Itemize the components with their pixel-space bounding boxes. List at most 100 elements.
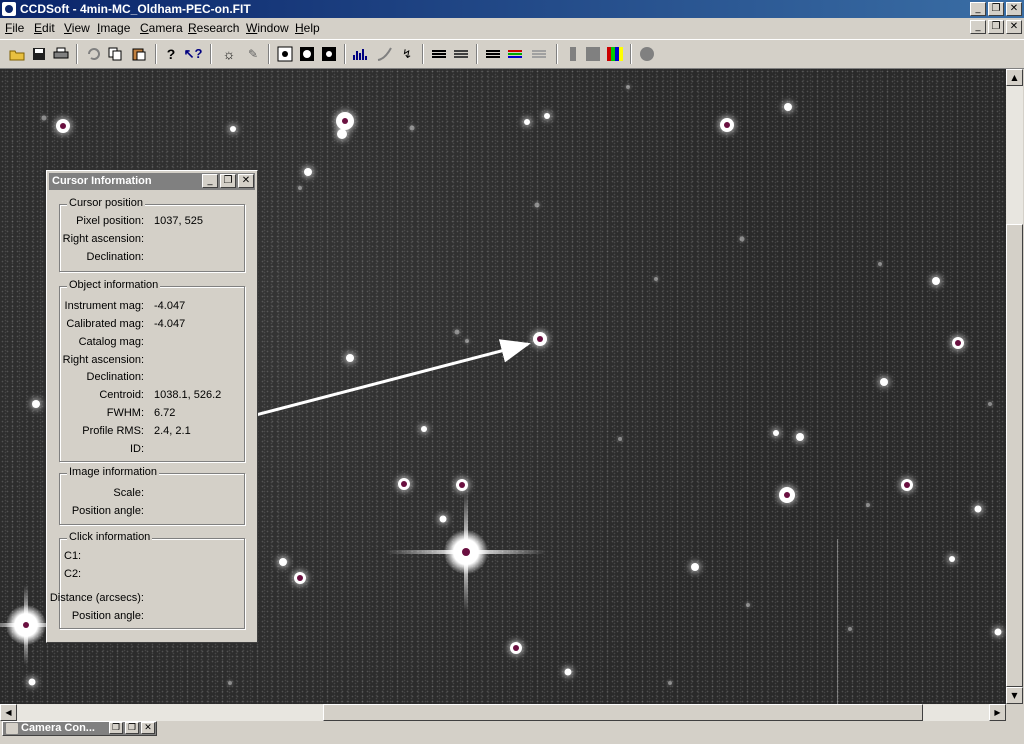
- star: [796, 433, 804, 441]
- panel-title-bar[interactable]: Cursor Information _ ❐ ✕: [49, 173, 255, 190]
- copy-icon[interactable]: [106, 45, 124, 63]
- stars-white-icon[interactable]: [320, 45, 338, 63]
- scroll-right-icon[interactable]: ▶: [989, 704, 1006, 721]
- faint-star: [454, 329, 460, 335]
- stack-icon[interactable]: [484, 45, 502, 63]
- ra-label: Right ascension:: [62, 233, 144, 245]
- pixel-position-label: Pixel position:: [76, 215, 144, 227]
- histogram-icon[interactable]: [352, 45, 370, 63]
- object-ra-label: Right ascension:: [62, 354, 144, 366]
- minimize-button[interactable]: _: [970, 2, 986, 16]
- menu-edit[interactable]: Edit: [34, 21, 55, 35]
- click-position-angle-label: Position angle:: [71, 610, 144, 622]
- star: [294, 572, 306, 584]
- calibrated-mag-value: -4.047: [154, 318, 186, 330]
- star: [974, 505, 982, 513]
- star: [346, 354, 354, 362]
- blink-icon[interactable]: [530, 45, 548, 63]
- save-icon[interactable]: [30, 45, 48, 63]
- faint-star: [878, 262, 882, 266]
- instrument-mag-value: -4.047: [154, 300, 186, 312]
- star: [784, 103, 792, 111]
- horizontal-scrollbar[interactable]: ◀ ▶: [0, 704, 1006, 721]
- faint-star: [534, 202, 540, 208]
- menu-file[interactable]: File: [5, 21, 24, 35]
- vertical-scroll-thumb[interactable]: [1006, 224, 1023, 687]
- scroll-left-icon[interactable]: ◀: [0, 704, 17, 721]
- open-icon[interactable]: [8, 45, 26, 63]
- faint-star: [465, 339, 469, 343]
- mdi-minimize-button[interactable]: _: [970, 20, 986, 34]
- camera-control-minimized-window[interactable]: Camera Con... ❐ ❐ ✕: [2, 721, 157, 736]
- panel-minimize-button[interactable]: _: [202, 174, 218, 188]
- brightness-icon[interactable]: ☼: [220, 45, 238, 63]
- window-title: CCDSoft - 4min-MC_Oldham-PEC-on.FIT: [20, 2, 251, 16]
- menu-window[interactable]: Window: [246, 21, 289, 35]
- horizontal-scroll-thumb[interactable]: [323, 704, 923, 721]
- color-stack-icon[interactable]: [506, 45, 524, 63]
- camera-close-button[interactable]: ✕: [141, 722, 155, 734]
- transform-icon[interactable]: ↯: [398, 45, 416, 63]
- print-icon[interactable]: [52, 45, 70, 63]
- grayscale-icon[interactable]: [564, 45, 582, 63]
- satellite-trail: [837, 539, 838, 704]
- group-label: Cursor position: [67, 197, 145, 209]
- star: [691, 563, 699, 571]
- star: [779, 487, 795, 503]
- star: [901, 479, 913, 491]
- edit-icon[interactable]: ✎: [244, 45, 262, 63]
- faint-star: [746, 603, 750, 607]
- faint-star: [988, 402, 992, 406]
- menu-camera[interactable]: Camera: [140, 21, 183, 35]
- help-icon[interactable]: ?: [162, 45, 180, 63]
- close-button[interactable]: ✕: [1006, 2, 1022, 16]
- group-label: Object information: [67, 279, 161, 291]
- mdi-close-button[interactable]: ✕: [1006, 20, 1022, 34]
- menu-help[interactable]: Help: [295, 21, 320, 35]
- circle-icon[interactable]: [638, 45, 656, 63]
- instrument-mag-label: Instrument mag:: [64, 300, 144, 312]
- star: [564, 668, 572, 676]
- menu-bar: File Edit View Image Camera Research Win…: [0, 18, 1024, 38]
- faint-star: [618, 437, 622, 441]
- star: [544, 113, 550, 119]
- star: [421, 426, 427, 432]
- layers-icon[interactable]: [430, 45, 448, 63]
- layers-alt-icon[interactable]: [452, 45, 470, 63]
- restore-button[interactable]: ❐: [988, 2, 1004, 16]
- camera-restore-button[interactable]: ❐: [109, 722, 123, 734]
- scale-label: Scale:: [113, 487, 144, 499]
- menu-view[interactable]: View: [64, 21, 90, 35]
- faint-star: [409, 125, 415, 131]
- star: [439, 515, 447, 523]
- context-help-icon[interactable]: ↖?: [184, 45, 203, 63]
- panel-close-button[interactable]: ✕: [238, 174, 254, 188]
- camera-maximize-button[interactable]: ❐: [125, 722, 139, 734]
- panel-maximize-button[interactable]: ❐: [220, 174, 236, 188]
- stars-outline-icon[interactable]: [298, 45, 316, 63]
- star: [932, 277, 940, 285]
- main-toolbar: ? ↖? ☼ ✎ ↯: [0, 39, 1024, 69]
- object-dec-label: Declination:: [86, 371, 144, 383]
- panel-title: Cursor Information: [52, 175, 152, 187]
- fwhm-label: FWHM:: [106, 407, 144, 419]
- curve-icon[interactable]: [376, 45, 394, 63]
- undo-icon[interactable]: [84, 45, 102, 63]
- menu-research[interactable]: Research: [188, 21, 239, 35]
- star: [880, 378, 888, 386]
- group-label: Image information: [67, 466, 160, 478]
- pixel-position-value: 1037, 525: [154, 215, 203, 227]
- star: [230, 126, 236, 132]
- menu-image[interactable]: Image: [97, 21, 130, 35]
- target-star: [533, 332, 547, 346]
- scroll-down-icon[interactable]: ▼: [1006, 687, 1023, 704]
- mdi-restore-button[interactable]: ❐: [988, 20, 1004, 34]
- ccdsoft-app-icon[interactable]: [2, 2, 16, 16]
- scroll-up-icon[interactable]: ▲: [1006, 69, 1023, 86]
- vertical-scrollbar[interactable]: ▲ ▼: [1006, 69, 1023, 704]
- color-icon[interactable]: [606, 45, 624, 63]
- fwhm-value: 6.72: [154, 407, 176, 419]
- paste-icon[interactable]: [130, 45, 148, 63]
- stars-black-icon[interactable]: [276, 45, 294, 63]
- gray-box-icon[interactable]: [584, 45, 602, 63]
